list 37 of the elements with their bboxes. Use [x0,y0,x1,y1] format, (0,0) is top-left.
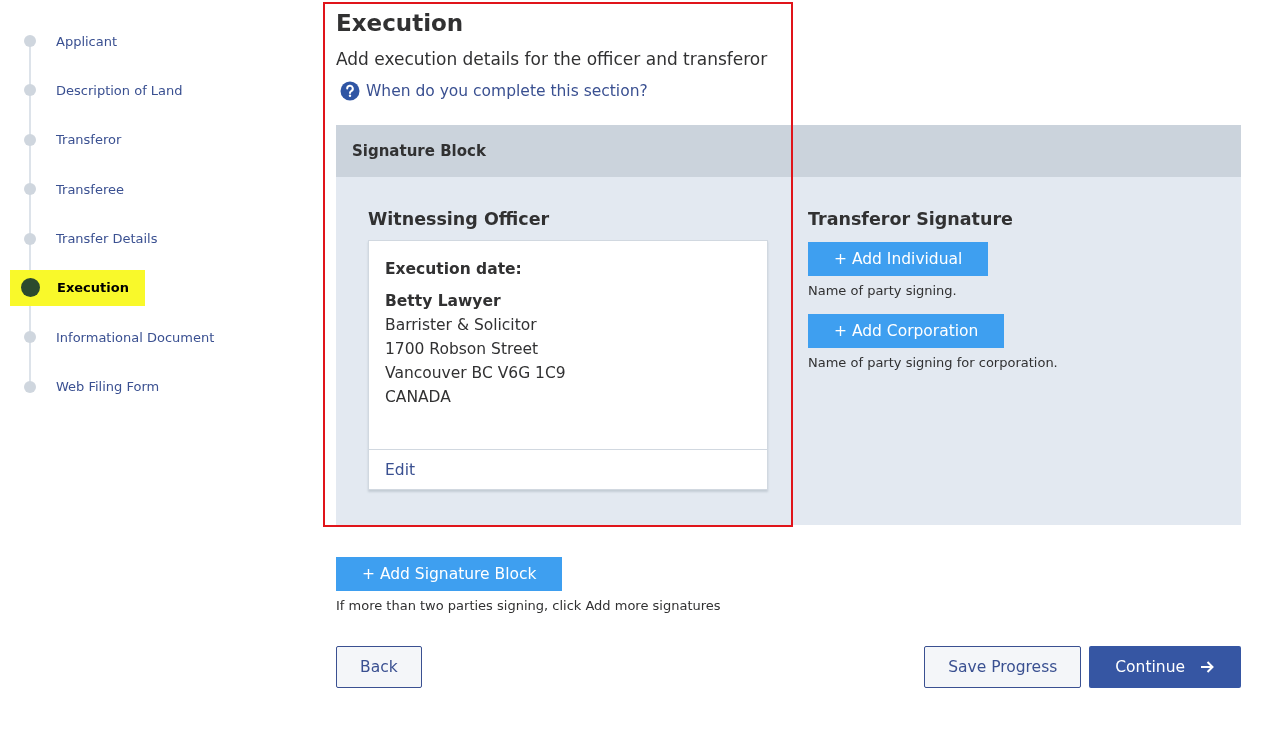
step-link[interactable]: Informational Document [10,319,231,356]
step-dot-icon [24,380,36,393]
step-dot-icon [24,84,36,97]
step-link[interactable]: Description of Land [10,72,199,109]
section-heading: Transferor Signature [808,209,1014,229]
step-dot-icon [24,35,36,47]
help-icon [340,81,360,101]
address-line: Barrister & Solicitor [385,315,538,336]
step-link[interactable]: Web Filing Form [10,368,176,405]
step-link[interactable]: Transferor [10,121,138,158]
address-line: Vancouver BC V6G 1C9 [385,363,567,384]
step-dot-icon [24,232,36,245]
step-dot-icon [24,133,36,146]
step-link[interactable]: Transfer Details [10,220,174,257]
hint-text: If more than two parties signing, click Add more signatures [336,598,722,613]
step-link[interactable]: Execution [10,269,145,306]
help-link[interactable]: When do you complete this section? [340,81,648,101]
edit-link[interactable]: Edit [385,461,416,479]
continue-button[interactable]: Continue [1089,646,1241,688]
step-dot-icon [24,331,36,344]
section-heading: Witnessing Officer [368,209,551,229]
page-title: Execution [336,10,465,36]
arrow-right-icon [1199,659,1215,675]
address-line: CANADA [385,387,452,408]
address-line: 1700 Robson Street [385,339,540,360]
date-label: Execution date: [385,259,523,280]
hint-text: Name of party signing. [808,283,958,298]
step-dot-icon [24,183,36,196]
page-subtitle: Add execution details for the officer and transferor [336,49,769,69]
hint-text: Name of party signing for corporation. [808,355,1058,370]
step-link[interactable]: Applicant [10,23,134,59]
officer-name: Betty Lawyer [385,291,502,312]
step-link[interactable]: Transferee [10,171,140,208]
current-step-dot-icon [21,278,40,298]
panel-header: Signature Block [336,125,1241,177]
save-progress-button[interactable]: Save Progress [924,646,1082,688]
back-button[interactable]: Back [336,646,422,688]
